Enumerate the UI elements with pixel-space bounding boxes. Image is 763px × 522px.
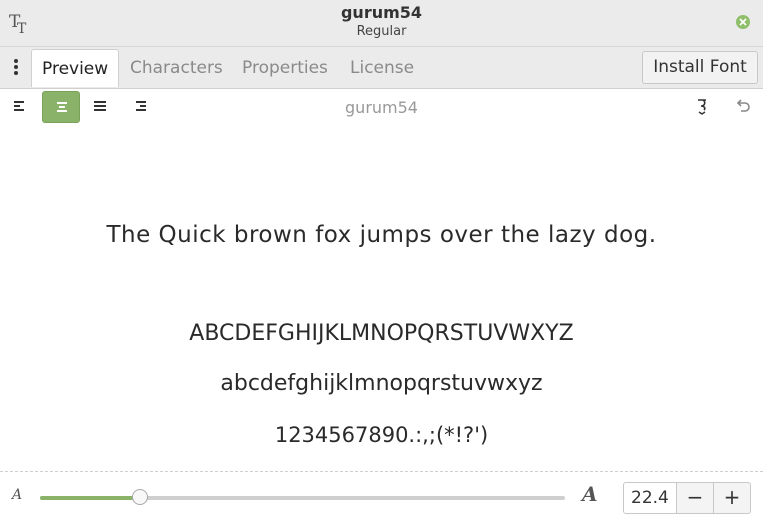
size-min-label: A (12, 487, 23, 503)
undo-icon[interactable] (734, 97, 752, 115)
tab-bar: Preview Characters Properties License In… (0, 47, 763, 89)
size-bar: A A 22.4 − + (0, 471, 763, 522)
window-title: gurum54 (340, 3, 423, 22)
size-max-label: A (582, 482, 598, 506)
close-icon (739, 18, 747, 26)
size-decrement-button[interactable]: − (677, 482, 714, 514)
size-slider[interactable] (40, 489, 565, 505)
tab-license[interactable]: License (340, 49, 424, 87)
preview-uppercase: ABCDEFGHIJKLMNOPQRSTUVWXYZ (189, 321, 574, 346)
window-subtitle: Regular (356, 24, 407, 39)
preview-toolbar: gurum54 (0, 89, 763, 125)
slider-knob[interactable] (131, 489, 148, 505)
tab-properties[interactable]: Properties (232, 49, 338, 87)
preview-digits: 1234567890.:,;(*!?') (274, 423, 489, 447)
glyph-menu-icon[interactable] (694, 97, 712, 115)
title-bar: T T gurum54 Regular (0, 0, 763, 47)
menu-dots-icon (14, 59, 18, 63)
preview-pangram: The Quick brown fox jumps over the lazy … (106, 222, 657, 248)
preview-lowercase: abcdefghijklmnopqrstuvwxyz (220, 371, 543, 396)
preview-font-name: gurum54 (345, 98, 418, 117)
install-font-button[interactable]: Install Font (642, 51, 758, 84)
tab-characters[interactable]: Characters (120, 49, 233, 87)
size-value-input[interactable]: 22.4 (623, 482, 677, 514)
menu-button[interactable] (8, 57, 24, 77)
size-increment-button[interactable]: + (714, 482, 751, 514)
slider-fill (40, 496, 140, 500)
close-button[interactable] (736, 15, 750, 29)
tab-preview[interactable]: Preview (31, 49, 120, 87)
